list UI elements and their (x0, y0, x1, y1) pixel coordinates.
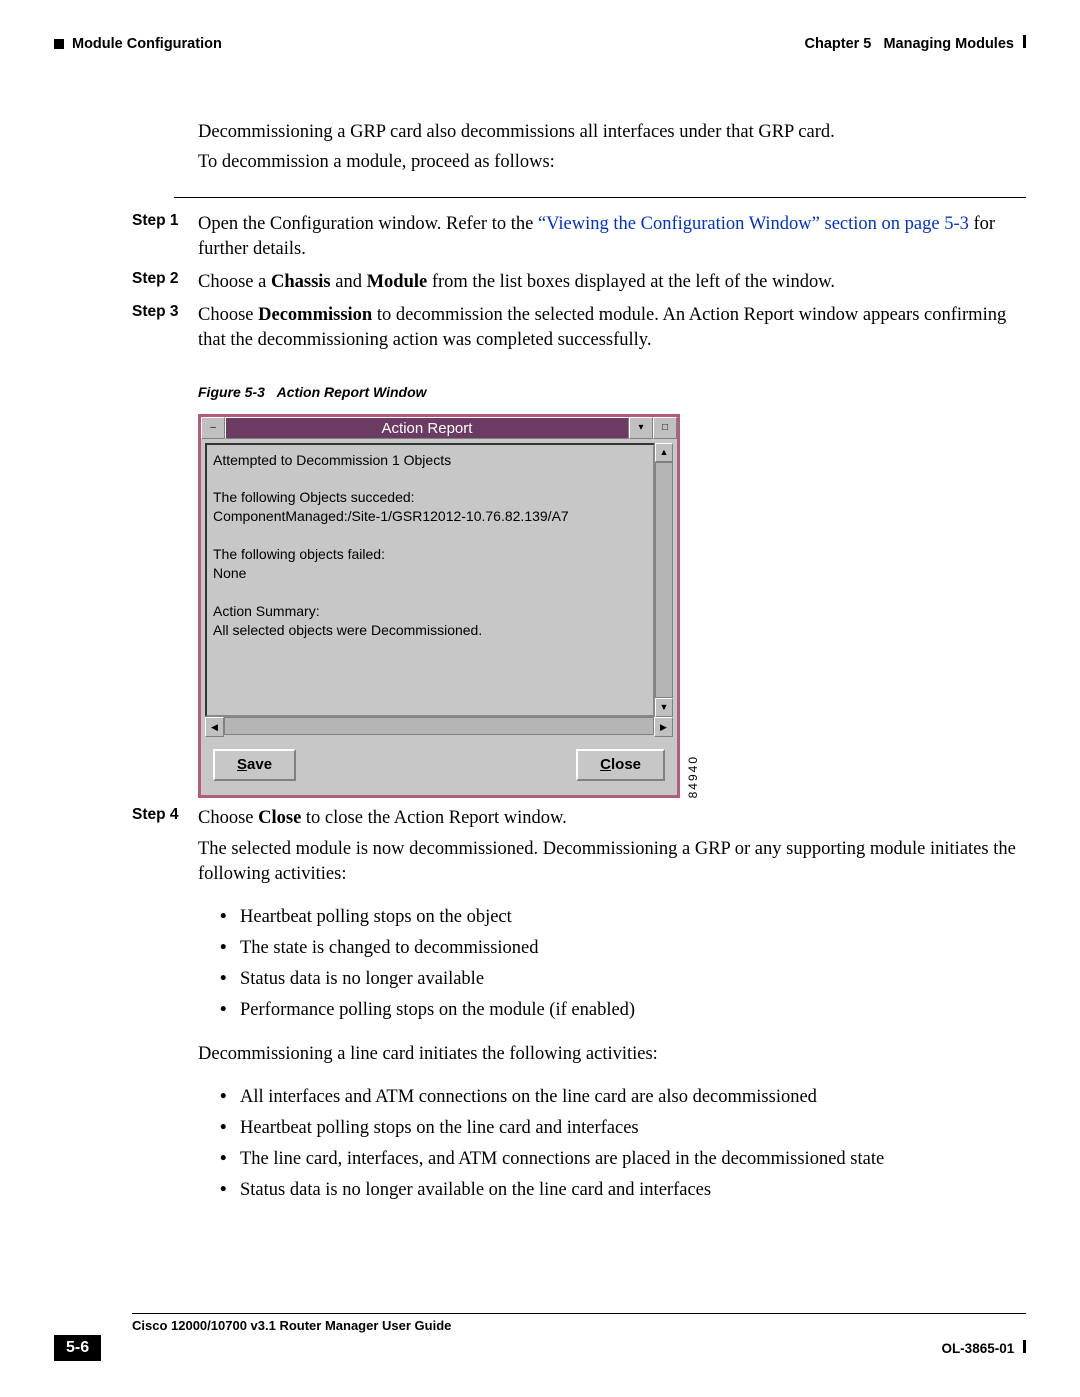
scroll-down-icon[interactable]: ▼ (655, 698, 673, 717)
list-item: The state is changed to decommissioned (220, 936, 1026, 961)
step-label: Step 2 (132, 266, 198, 299)
figure-caption: Figure 5-3 Action Report Window (198, 383, 1026, 402)
scroll-left-icon[interactable]: ◀ (205, 717, 224, 737)
list-item: Heartbeat polling stops on the line card… (220, 1116, 1026, 1141)
window-menu-icon[interactable]: – (201, 417, 225, 439)
save-button[interactable]: Save (213, 749, 296, 781)
footer-doc-id: OL-3865-01 (941, 1341, 1014, 1356)
list-item: All interfaces and ATM connections on th… (220, 1085, 1026, 1110)
list-item: Heartbeat polling stops on the object (220, 905, 1026, 930)
step-body: Choose Decommission to decommission the … (198, 299, 1026, 802)
header-section: Module Configuration (72, 36, 222, 52)
page-header: Module Configuration Chapter 5 Managing … (54, 35, 1026, 52)
header-square-icon (54, 39, 64, 49)
action-report-window: – Action Report ▾ □ Attempted to Decommi… (198, 414, 680, 798)
footer-guide: Cisco 12000/10700 v3.1 Router Manager Us… (132, 1318, 1026, 1333)
window-title: Action Report (225, 417, 629, 439)
scroll-right-icon[interactable]: ▶ (654, 717, 673, 737)
step-body: Choose Close to close the Action Report … (198, 802, 1026, 1215)
maximize-icon[interactable]: □ (653, 417, 677, 439)
intro-line2: To decommission a module, proceed as fol… (198, 150, 1026, 175)
step-body: Choose a Chassis and Module from the lis… (198, 266, 1026, 299)
footer-bar-icon (1023, 1340, 1026, 1353)
vertical-scrollbar[interactable]: ▲ ▼ (655, 443, 673, 717)
header-title: Managing Modules (883, 36, 1014, 52)
intro-line1: Decommissioning a GRP card also decommis… (198, 120, 1026, 145)
header-bar-icon (1023, 35, 1026, 48)
config-window-link[interactable]: “Viewing the Configuration Window” secti… (538, 214, 969, 234)
header-chapter: Chapter 5 (804, 36, 871, 52)
minimize-icon[interactable]: ▾ (629, 417, 653, 439)
divider (174, 197, 1026, 198)
scroll-up-icon[interactable]: ▲ (655, 443, 673, 462)
list-item: Status data is no longer available on th… (220, 1178, 1026, 1203)
intro-block: Decommissioning a GRP card also decommis… (198, 120, 1026, 175)
report-textarea: Attempted to Decommission 1 Objects The … (205, 443, 655, 717)
bullet-list-1: Heartbeat polling stops on the object Th… (220, 905, 1026, 1023)
horizontal-scrollbar[interactable]: ◀ ▶ (205, 717, 673, 735)
steps-table: Step 1 Open the Configuration window. Re… (132, 208, 1026, 1215)
step-label: Step 1 (132, 208, 198, 266)
list-item: Performance polling stops on the module … (220, 998, 1026, 1023)
list-item: Status data is no longer available (220, 967, 1026, 992)
bullet-list-2: All interfaces and ATM connections on th… (220, 1085, 1026, 1203)
page-footer: Cisco 12000/10700 v3.1 Router Manager Us… (54, 1313, 1026, 1361)
step-body: Open the Configuration window. Refer to … (198, 208, 1026, 266)
close-button[interactable]: Close (576, 749, 665, 781)
step-label: Step 4 (132, 802, 198, 1215)
list-item: The line card, interfaces, and ATM conne… (220, 1147, 1026, 1172)
figure-id: 84940 (685, 755, 701, 798)
page-number: 5-6 (54, 1335, 101, 1361)
step-label: Step 3 (132, 299, 198, 802)
